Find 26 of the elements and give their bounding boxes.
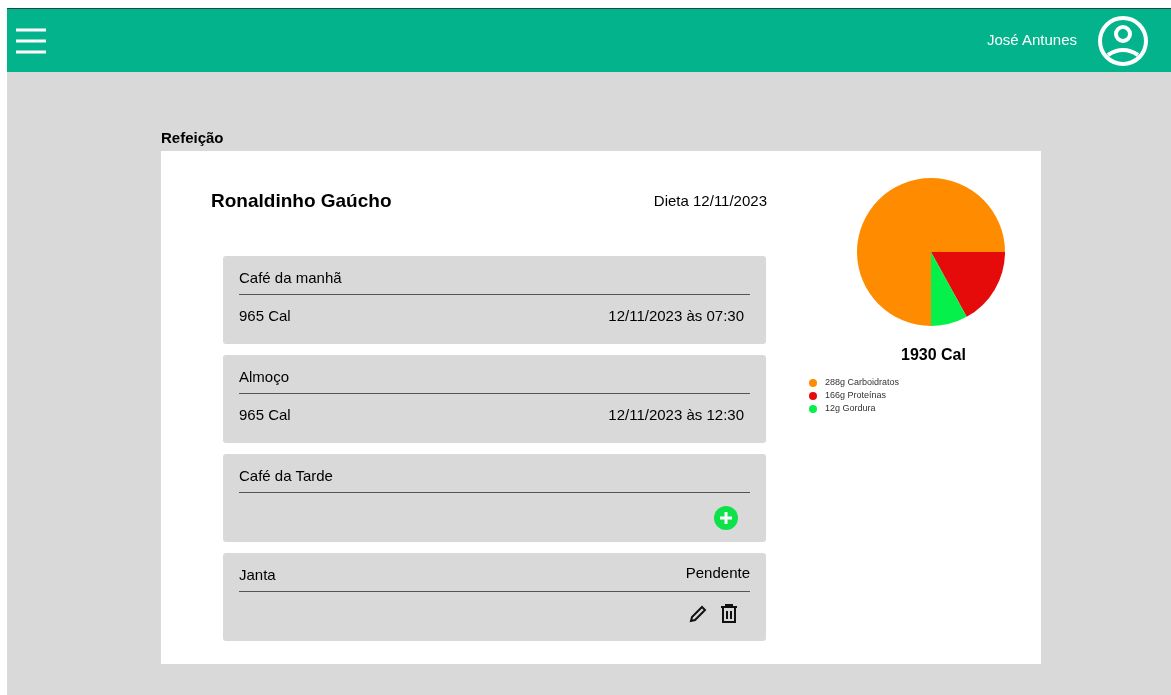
- meal-card[interactable]: Janta Pendente: [223, 552, 766, 641]
- meal-title: Janta: [239, 565, 276, 585]
- section-title: Refeição: [161, 128, 225, 147]
- meal-status: Pendente: [685, 563, 750, 583]
- meal-datetime: 12/11/2023 às 07:30: [608, 305, 744, 326]
- meal-calories: 965 Cal: [239, 404, 291, 425]
- meal-card[interactable]: Café da Tarde: [223, 453, 766, 542]
- add-icon[interactable]: [714, 505, 738, 530]
- patient-name: Ronaldinho Gaúcho: [211, 189, 392, 213]
- meal-datetime: 12/11/2023 às 12:30: [608, 404, 744, 425]
- total-calories: 1930 Cal: [901, 345, 967, 365]
- legend-label: 166g Proteínas: [825, 388, 887, 402]
- meal-card[interactable]: Café da manhã 965 Cal 12/11/2023 às 07:30: [223, 255, 766, 344]
- meal-calories: 965 Cal: [239, 305, 291, 326]
- trash-icon[interactable]: [720, 603, 738, 624]
- meal-card[interactable]: Almoço 965 Cal 12/11/2023 às 12:30: [223, 354, 766, 443]
- legend-label: 288g Carboidratos: [825, 375, 900, 389]
- meal-title: Almoço: [239, 367, 290, 387]
- meal-title: Café da manhã: [239, 268, 342, 288]
- user-avatar-icon[interactable]: [1097, 14, 1149, 67]
- legend-label: 12g Gordura: [825, 401, 876, 415]
- menu-icon[interactable]: [15, 26, 47, 55]
- pencil-icon[interactable]: [688, 603, 708, 624]
- user-name: José Antunes: [986, 30, 1077, 51]
- meal-title: Café da Tarde: [239, 466, 333, 486]
- diet-date: Dieta 12/11/2023: [653, 191, 767, 211]
